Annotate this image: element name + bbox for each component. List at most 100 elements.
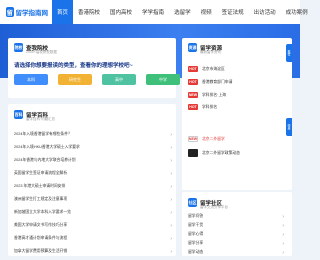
school-prompt: 请选择你想要报读的类型，查看你的理想学校吧~ xyxy=(14,63,133,69)
chevron-right-icon: › xyxy=(282,249,284,256)
community-subtitle: 留学交流分享平台 xyxy=(200,205,228,209)
side-tab-recommend[interactable]: 推荐 xyxy=(286,44,292,62)
list-item[interactable]: 留学分享 › xyxy=(188,239,284,248)
side-tab-ranking[interactable]: 榜单 xyxy=(286,118,292,136)
list-item-text: 加拿大留学费用预算及生活开销 xyxy=(14,249,68,253)
list-item-text: 2024年入境香港留学有哪些条件？ xyxy=(14,132,72,136)
logo-mark-icon: 留 xyxy=(6,7,14,17)
list-item-text: 香港高才通计划申请条件与流程 xyxy=(14,236,68,240)
list-item-text: 澳洲留学生打工规定及注意事项 xyxy=(14,197,68,201)
resource-item[interactable]: NEW 北京二外留学 xyxy=(188,136,225,142)
school-search-card: 院校 查我院校 2000+高校院校数据 请选择你想要报读的类型，查看你的理想学校… xyxy=(8,38,180,98)
nav-item-visa[interactable]: 签证法规 xyxy=(217,0,249,24)
list-item-text: 2023 年港大硕士申请时间安排 xyxy=(14,184,66,188)
list-item[interactable]: 美国大学申请文书写作技巧分享 › xyxy=(14,219,172,232)
list-item-text: 英国留学生签证申请流程全解析 xyxy=(14,171,68,175)
school-type-row: 本科 研究生 高中 中学 xyxy=(14,74,190,85)
list-item[interactable]: 留学动态 › xyxy=(188,248,284,257)
list-item-text: 2024年香港与内地大学联合培养计划 xyxy=(14,158,76,162)
resource-item[interactable]: HOT 香港教育部门申请 xyxy=(188,79,232,85)
chevron-right-icon: › xyxy=(170,170,172,177)
resource-item[interactable]: HOT 北京市海淀区 xyxy=(188,66,225,72)
list-item[interactable]: 留学问答 › xyxy=(188,212,284,221)
logo-text: 留学指南网 xyxy=(15,10,49,17)
list-item[interactable]: 加拿大留学费用预算及生活开销 › xyxy=(14,245,172,258)
top-header: 留 留学指南网 首页 香港院校 国内高校 学学指南 选留学 视频 签证法规 出访… xyxy=(0,0,308,24)
list-item-text: 新加坡国立大学本科入学要求一览 xyxy=(14,210,71,214)
new-badge: NEW xyxy=(188,136,198,142)
list-item[interactable]: 留学干货 › xyxy=(188,221,284,230)
community-card: 社区 留学社区 留学交流分享平台 留学问答 › 留学干货 › 留学心得 › 留学分享 ›… xyxy=(182,192,292,256)
encyclopedia-card: 百科 留学百科 留学百科·问题汇总 2024年入境香港留学有哪些条件？ › 202… xyxy=(8,104,176,256)
chevron-right-icon: › xyxy=(282,231,284,238)
chevron-right-icon: › xyxy=(170,235,172,242)
nav-item-domestic[interactable]: 国内高校 xyxy=(105,0,137,24)
resource-item[interactable]: HOT 学科排名 xyxy=(188,104,217,110)
chevron-right-icon: › xyxy=(170,144,172,151)
chevron-right-icon: › xyxy=(170,209,172,216)
resource-label: 香港教育部门申请 xyxy=(202,79,233,84)
resource-item[interactable]: 北京二外留学政策动态 xyxy=(188,149,240,157)
chevron-right-icon: › xyxy=(170,131,172,138)
chevron-right-icon: › xyxy=(170,157,172,164)
chevron-right-icon: › xyxy=(282,240,284,247)
list-item-text: 留学问答 xyxy=(188,214,204,218)
list-item[interactable]: 英国留学生签证申请流程全解析 › xyxy=(14,167,172,180)
resource-item[interactable]: NEW 学科排名·上海 xyxy=(188,92,226,98)
thumbnail-icon xyxy=(188,149,198,157)
chevron-right-icon: › xyxy=(282,213,284,220)
resource-label: 学科排名·上海 xyxy=(202,92,227,97)
type-button-graduate[interactable]: 研究生 xyxy=(58,74,92,85)
school-icon: 院校 xyxy=(14,43,23,52)
nav-item-cases[interactable]: 成功案例 xyxy=(281,0,313,24)
chevron-right-icon: › xyxy=(282,222,284,229)
list-item[interactable]: 2024年香港与内地大学联合培养计划 › xyxy=(14,154,172,167)
main-nav: 首页 香港院校 国内高校 学学指南 选留学 视频 签证法规 出访活动 成功案例 xyxy=(52,0,313,24)
encyclopedia-subtitle: 留学百科·问题汇总 xyxy=(26,117,56,121)
hot-badge: HOT xyxy=(188,79,198,85)
list-item-text: 留学分享 xyxy=(188,241,204,245)
nav-item-events[interactable]: 出访活动 xyxy=(249,0,281,24)
page-root: 留 留学指南网 首页 香港院校 国内高校 学学指南 选留学 视频 签证法规 出访… xyxy=(0,0,308,260)
list-item[interactable]: 2024年入境HKU香港大学硕士入学要求 › xyxy=(14,141,172,154)
list-item-text: 美国大学申请文书写作技巧分享 xyxy=(14,223,68,227)
list-item[interactable]: 新加坡国立大学本科入学要求一览 › xyxy=(14,206,172,219)
school-card-subtitle: 2000+高校院校数据 xyxy=(26,50,57,54)
chevron-right-icon: › xyxy=(170,248,172,255)
encyclopedia-list: 2024年入境香港留学有哪些条件？ › 2024年入境HKU香港大学硕士入学要求 ›… xyxy=(14,128,172,258)
resources-icon: 资源 xyxy=(188,43,197,52)
list-item-text: 留学动态 xyxy=(188,250,204,254)
nav-item-video[interactable]: 视频 xyxy=(196,0,217,24)
type-button-undergrad[interactable]: 本科 xyxy=(14,74,48,85)
chevron-right-icon: › xyxy=(170,222,172,229)
list-item[interactable]: 2024年入境香港留学有哪些条件？ › xyxy=(14,128,172,141)
list-item-text: 2024年入境HKU香港大学硕士入学要求 xyxy=(14,145,80,149)
new-badge: NEW xyxy=(188,92,198,98)
resource-label: 北京市海淀区 xyxy=(202,66,225,71)
nav-item-choose[interactable]: 选留学 xyxy=(169,0,196,24)
resource-label: 北京二外留学政策动态 xyxy=(202,150,240,155)
type-button-highschool[interactable]: 高中 xyxy=(102,74,136,85)
chevron-right-icon: › xyxy=(170,183,172,190)
list-item[interactable]: 澳洲留学生打工规定及注意事项 › xyxy=(14,193,172,206)
list-item[interactable]: 留学心得 › xyxy=(188,230,284,239)
resources-card: 资源 留学资源 最新留学资讯 推荐 榜单 HOT 北京市海淀区 HOT 香港教育… xyxy=(182,38,292,190)
type-button-middle[interactable]: 中学 xyxy=(146,74,180,85)
nav-item-guide[interactable]: 学学指南 xyxy=(137,0,169,24)
nav-item-hk-schools[interactable]: 香港院校 xyxy=(73,0,105,24)
resources-subtitle: 最新留学资讯 xyxy=(200,50,221,54)
encyclopedia-icon: 百科 xyxy=(14,110,23,119)
list-item[interactable]: 2023 年港大硕士申请时间安排 › xyxy=(14,180,172,193)
community-icon: 社区 xyxy=(188,198,197,207)
list-item-text: 留学心得 xyxy=(188,232,204,236)
resource-label: 北京二外留学 xyxy=(202,136,225,141)
hot-badge: HOT xyxy=(188,104,198,110)
list-item-text: 留学干货 xyxy=(188,223,204,227)
hot-badge: HOT xyxy=(188,66,198,72)
nav-item-home[interactable]: 首页 xyxy=(52,0,74,24)
chevron-right-icon: › xyxy=(170,196,172,203)
list-item[interactable]: 香港高才通计划申请条件与流程 › xyxy=(14,232,172,245)
community-list: 留学问答 › 留学干货 › 留学心得 › 留学分享 › 留学动态 › xyxy=(188,212,284,257)
resource-label: 学科排名 xyxy=(202,104,218,109)
site-logo[interactable]: 留 留学指南网 xyxy=(6,7,48,17)
